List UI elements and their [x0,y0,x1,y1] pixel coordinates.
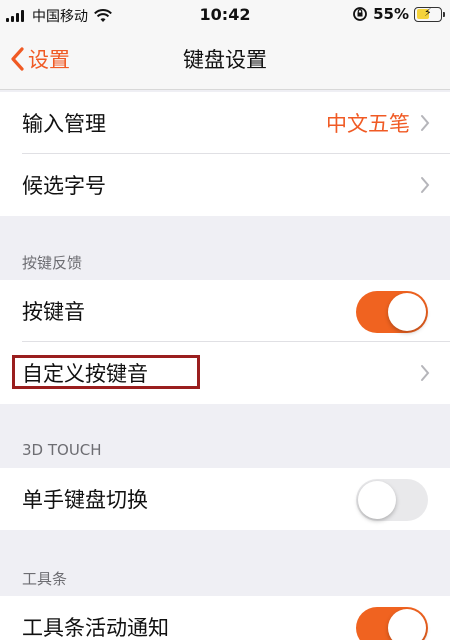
section-header-3d-touch: 3D TOUCH [22,441,102,459]
key-sound-toggle[interactable] [356,291,428,333]
chevron-right-icon [421,177,430,193]
key-sound-label: 按键音 [22,300,85,324]
charging-bolt-icon: ⚡ [424,5,432,19]
one-hand-keyboard-label: 单手键盘切换 [22,488,148,512]
status-right: 55% ⚡ [352,5,445,23]
input-management-value: 中文五笔 [326,112,410,136]
toolbar-notification-label: 工具条活动通知 [22,616,169,640]
chevron-right-icon [421,365,430,381]
input-settings-group: 输入管理 中文五笔 候选字号 [0,92,450,216]
page-title: 键盘设置 [183,48,267,72]
section-header-key-feedback: 按键反馈 [22,254,83,272]
one-hand-keyboard-toggle[interactable] [356,479,428,521]
status-bar: 中国移动 10:42 55% ⚡ [0,0,450,30]
navigation-bar: 设置 键盘设置 [0,30,450,90]
input-management-row[interactable]: 输入管理 中文五笔 [0,92,450,154]
battery-percent: 55% [373,5,409,23]
toolbar-notification-toggle[interactable] [356,607,428,640]
key-sound-row: 按键音 [0,280,450,342]
candidate-font-size-label: 候选字号 [22,174,106,198]
section-header-toolbar: 工具条 [22,570,68,588]
orientation-lock-icon [353,7,367,21]
highlight-annotation-box [12,355,200,389]
toolbar-notification-row: 工具条活动通知 [0,596,450,640]
input-management-label: 输入管理 [22,112,106,136]
battery-icon: ⚡ [414,5,445,22]
toolbar-group: 工具条活动通知 [0,596,450,640]
candidate-font-size-row[interactable]: 候选字号 [0,154,450,216]
3d-touch-group: 单手键盘切换 [0,468,450,530]
chevron-right-icon [421,115,430,131]
one-hand-keyboard-row: 单手键盘切换 [0,468,450,530]
